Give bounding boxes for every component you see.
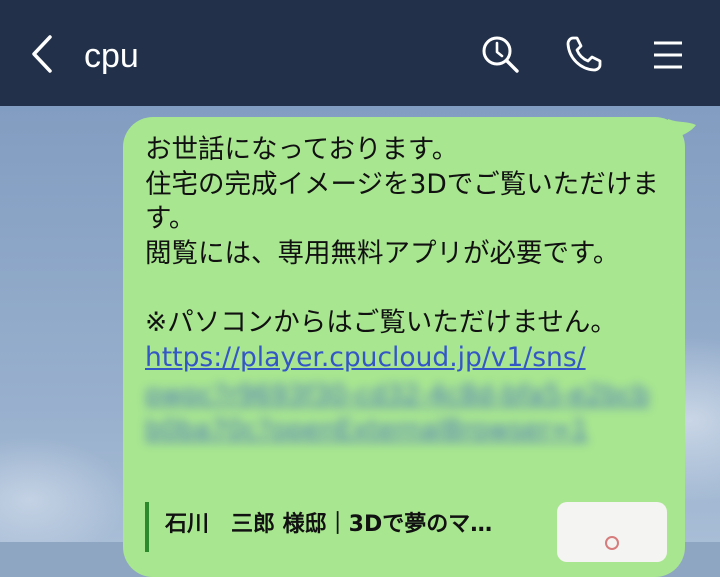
message-link[interactable]: https://player.cpucloud.jp/v1/sns/ (145, 341, 586, 376)
chat-title: cpu (84, 37, 139, 75)
search-button[interactable] (478, 32, 522, 76)
search-icon (482, 36, 519, 73)
link-preview-thumbnail[interactable] (557, 502, 667, 562)
menu-icon (654, 41, 682, 69)
message-link-obscured[interactable]: pwpc?r9693f30-cd32-4c8d-bfa5-e2bcbb0ba70… (145, 378, 660, 447)
chat-header: cpu (0, 0, 720, 106)
back-button[interactable] (22, 31, 62, 77)
call-button[interactable] (562, 32, 606, 76)
phone-icon (566, 36, 602, 72)
thumbnail-logo-icon (605, 536, 619, 550)
link-preview-title[interactable]: 石川 三郎 様邸｜3Dで夢のマ… (165, 510, 492, 540)
chevron-left-icon (32, 35, 52, 73)
menu-button[interactable] (646, 32, 690, 76)
bubble-tail (668, 119, 696, 139)
link-preview-accent (145, 502, 149, 552)
message-text: お世話になっております。 住宅の完成イメージを3Dでご覧いただけます。 閲覧には… (145, 134, 659, 338)
